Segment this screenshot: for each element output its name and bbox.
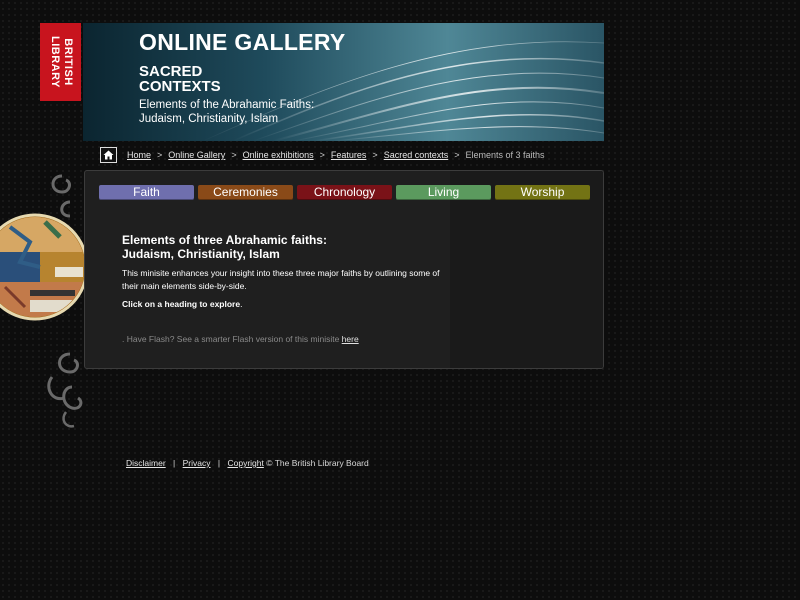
footer-owner: © The British Library Board <box>266 458 369 468</box>
footer-copyright-link[interactable]: Copyright <box>227 458 263 468</box>
tab-worship[interactable]: Worship <box>495 185 590 200</box>
british-library-logo[interactable]: BRITISH LIBRARY <box>40 23 81 101</box>
page-heading: Elements of three Abrahamic faiths: Juda… <box>122 233 442 261</box>
tab-faith[interactable]: Faith <box>99 185 194 200</box>
breadcrumb-separator: > <box>319 150 325 160</box>
breadcrumb-separator: > <box>157 150 163 160</box>
header-banner: ONLINE GALLERY SACRED CONTEXTS Elements … <box>83 23 604 141</box>
banner-description: Elements of the Abrahamic Faiths: Judais… <box>139 98 314 126</box>
breadcrumb-sacred-contexts[interactable]: Sacred contexts <box>384 150 449 160</box>
footer-disclaimer-link[interactable]: Disclaimer <box>126 458 166 468</box>
flash-note-text: . Have Flash? See a smarter Flash versio… <box>122 334 342 344</box>
instruction-period: . <box>240 299 243 309</box>
breadcrumb-home[interactable]: Home <box>127 150 151 160</box>
logo-text: BRITISH LIBRARY <box>48 23 74 101</box>
footer-separator: | <box>173 458 176 468</box>
breadcrumb-online-exhibitions[interactable]: Online exhibitions <box>243 150 314 160</box>
breadcrumb-online-gallery[interactable]: Online Gallery <box>168 150 225 160</box>
banner-desc-line1: Elements of the Abrahamic Faiths: <box>139 99 315 111</box>
page-heading-line1: Elements of three Abrahamic faiths: <box>122 233 327 247</box>
tab-chronology[interactable]: Chronology <box>297 185 392 200</box>
footer-separator: | <box>217 458 221 468</box>
flash-version-note: . Have Flash? See a smarter Flash versio… <box>122 334 359 344</box>
page-heading-line2: Judaism, Christianity, Islam <box>122 247 280 261</box>
breadcrumb-current: Elements of 3 faiths <box>465 150 545 160</box>
home-icon[interactable] <box>100 147 117 163</box>
instruction-text: Click on a heading to explore. <box>122 298 442 311</box>
main-content-panel: Faith Ceremonies Chronology Living Worsh… <box>84 170 604 369</box>
breadcrumb-separator: > <box>231 150 237 160</box>
breadcrumb-separator: > <box>372 150 378 160</box>
banner-subtitle-line2: CONTEXTS <box>139 78 221 95</box>
intro-paragraph: This minisite enhances your insight into… <box>122 268 440 291</box>
breadcrumb-features[interactable]: Features <box>331 150 367 160</box>
faith-topic-tabs: Faith Ceremonies Chronology Living Worsh… <box>99 185 590 200</box>
footer-privacy-link[interactable]: Privacy <box>183 458 211 468</box>
manuscript-ornament-image <box>0 174 89 428</box>
breadcrumb-separator: > <box>454 150 460 160</box>
banner-subtitle: SACRED CONTEXTS <box>139 64 221 94</box>
tab-ceremonies[interactable]: Ceremonies <box>198 185 293 200</box>
flash-version-link[interactable]: here <box>342 334 359 344</box>
tab-living[interactable]: Living <box>396 185 491 200</box>
panel-side-area <box>450 171 603 368</box>
footer: Disclaimer | Privacy | Copyright © The B… <box>126 458 369 468</box>
logo-line-british: BRITISH <box>61 38 74 86</box>
intro-content: Elements of three Abrahamic faiths: Juda… <box>122 233 442 311</box>
banner-subtitle-line1: SACRED <box>139 63 203 80</box>
instruction-bold: Click on a heading to explore <box>122 299 241 309</box>
breadcrumb: Home > Online Gallery > Online exhibitio… <box>100 147 545 163</box>
banner-title: ONLINE GALLERY <box>139 29 346 55</box>
logo-line-library: LIBRARY <box>48 36 61 88</box>
banner-desc-line2: Judaism, Christianity, Islam <box>139 113 279 125</box>
